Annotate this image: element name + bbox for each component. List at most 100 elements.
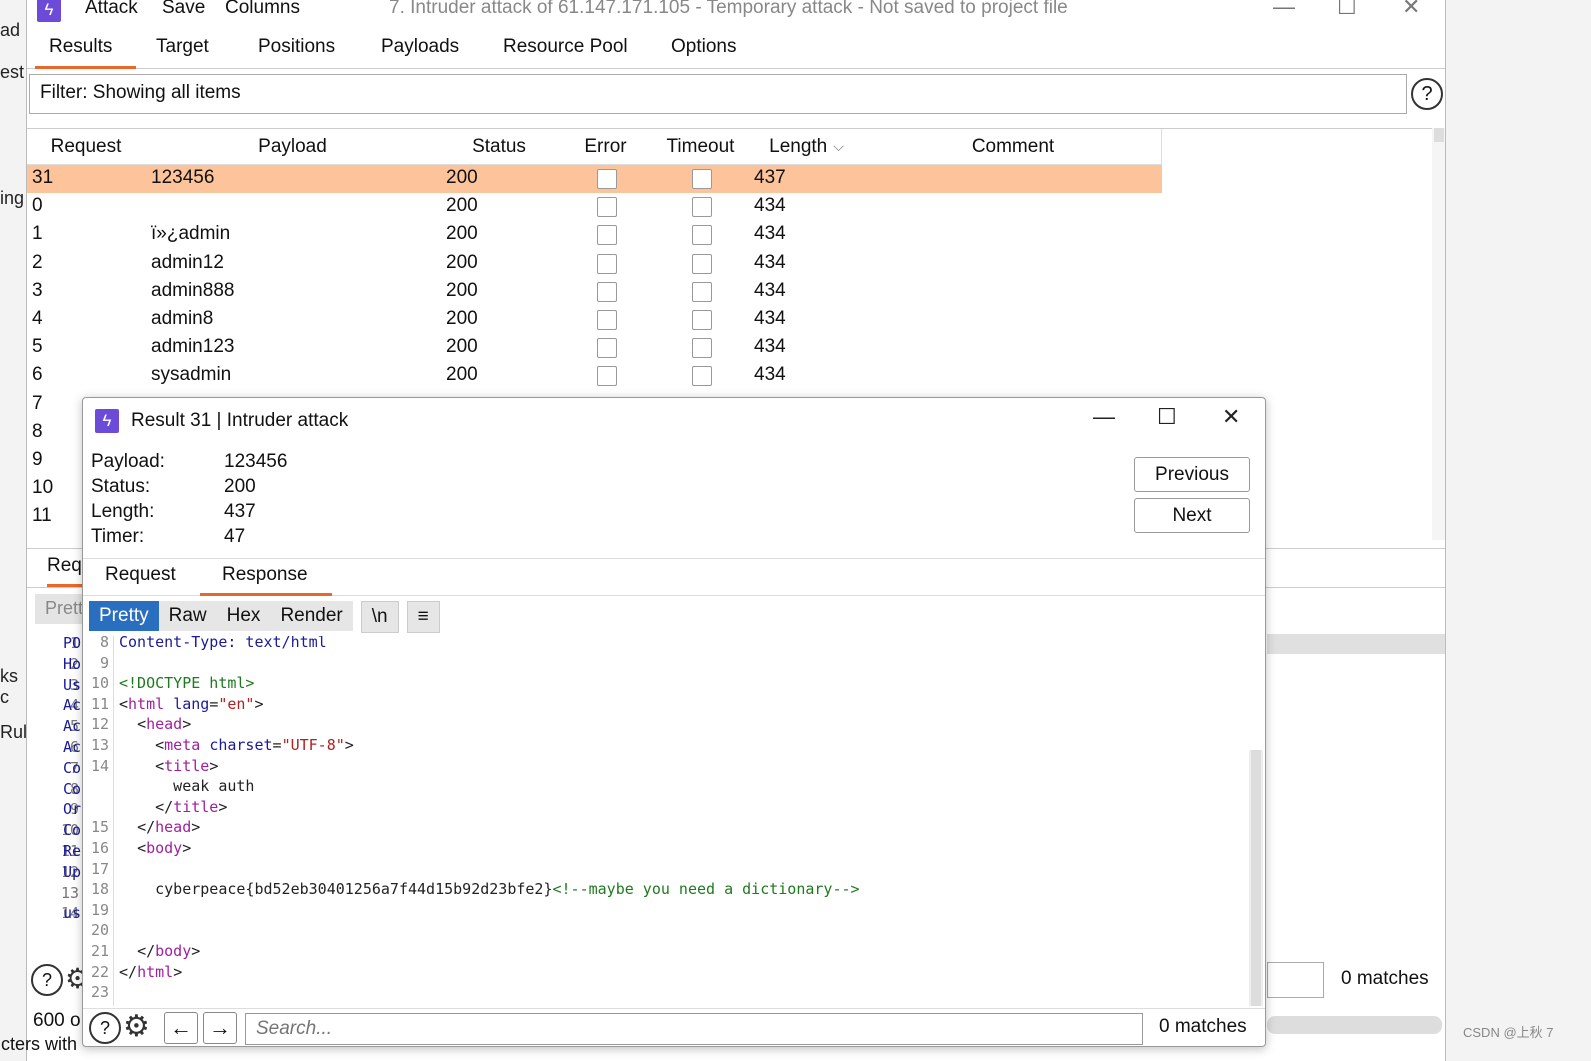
header-comment[interactable]: Comment: [865, 129, 1162, 165]
cell-payload: admin12: [151, 251, 224, 273]
help-icon[interactable]: ?: [89, 1012, 121, 1044]
timeout-checkbox[interactable]: [692, 225, 712, 246]
tab-options[interactable]: Options: [671, 36, 736, 66]
dialog-title: Result 31 | Intruder attack: [131, 410, 349, 431]
cell-request: 4: [32, 308, 43, 329]
line-number: 20: [90, 921, 109, 940]
filter-bar[interactable]: Filter: Showing all items: [29, 74, 1407, 114]
timeout-checkbox[interactable]: [692, 169, 712, 189]
table-row[interactable]: 4 admin8 200 434: [27, 306, 1162, 334]
code-line: </head>: [137, 818, 201, 837]
search-field[interactable]: [245, 1013, 1143, 1045]
error-checkbox[interactable]: [597, 225, 617, 246]
timeout-checkbox[interactable]: [692, 366, 712, 387]
error-checkbox[interactable]: [597, 338, 617, 359]
search-input-lower[interactable]: [1267, 962, 1324, 998]
forward-arrow-icon[interactable]: →: [203, 1012, 237, 1044]
back-arrow-icon[interactable]: ←: [164, 1012, 198, 1044]
code-line: </body>: [137, 942, 201, 960]
maximize-icon[interactable]: ☐: [1157, 404, 1177, 430]
table-row[interactable]: 0 200 434: [27, 193, 1162, 221]
code-line: <!DOCTYPE html>: [119, 674, 255, 693]
tab-positions[interactable]: Positions: [258, 36, 335, 66]
line-number: 21: [90, 942, 109, 960]
code-line: Ac: [63, 717, 82, 736]
timeout-checkbox[interactable]: [692, 281, 712, 302]
previous-button[interactable]: Previous: [1134, 457, 1250, 492]
minimize-icon[interactable]: —: [1273, 0, 1295, 20]
payload-label: Payload:: [91, 451, 165, 472]
tab-results[interactable]: Results: [35, 36, 137, 69]
timer-value: 47: [224, 526, 246, 547]
search-input[interactable]: [246, 1014, 1138, 1044]
raw-button[interactable]: Raw: [158, 601, 217, 631]
response-editor[interactable]: 8 9 10 11 12 13 14 15 16 17 18 19 20 21 22 23 Content-T…: [83, 636, 1249, 1006]
tab-payloads[interactable]: Payloads: [381, 36, 459, 66]
payload-value: 123456: [224, 451, 288, 472]
menu-columns[interactable]: Columns: [225, 0, 300, 19]
table-scrollbar[interactable]: [1432, 128, 1445, 540]
timeout-checkbox[interactable]: [692, 253, 712, 274]
line-number: 18: [90, 880, 109, 899]
horizontal-scrollbar[interactable]: [1267, 1016, 1442, 1034]
cell-request: 31: [32, 167, 54, 188]
header-length[interactable]: Length ⌵: [748, 129, 866, 165]
bg-text: ad: [0, 20, 21, 40]
table-row[interactable]: 3 admin888 200 434: [27, 278, 1162, 306]
sort-desc-icon: ⌵: [833, 138, 844, 154]
close-icon[interactable]: ✕: [1402, 0, 1420, 20]
gear-icon[interactable]: ⚙: [123, 1009, 150, 1044]
close-icon[interactable]: ✕: [1222, 404, 1240, 430]
header-request[interactable]: Request: [27, 129, 146, 165]
table-row[interactable]: 1 ï»¿admin 200 434: [27, 221, 1162, 249]
table-row[interactable]: 6 sysadmin 200 434: [27, 362, 1162, 390]
error-checkbox[interactable]: [597, 253, 617, 274]
menu-save[interactable]: Save: [162, 0, 205, 19]
cell-request: 6: [32, 364, 43, 386]
header-status[interactable]: Status: [440, 129, 559, 165]
newline-toggle-button[interactable]: \n: [360, 601, 399, 633]
table-row[interactable]: 2 admin12 200 434: [27, 250, 1162, 278]
matches-count-lower: 0 matches: [1341, 968, 1429, 989]
code-line: Or: [63, 800, 82, 819]
menu-attack[interactable]: Attack: [85, 0, 138, 19]
bg-text: est: [0, 62, 25, 82]
header-error[interactable]: Error: [558, 129, 654, 165]
next-button[interactable]: Next: [1134, 498, 1250, 533]
cell-length: 437: [754, 167, 786, 188]
table-row[interactable]: 5 admin123 200 434: [27, 334, 1162, 362]
header-timeout[interactable]: Timeout: [653, 129, 749, 165]
timeout-checkbox[interactable]: [692, 310, 712, 330]
footer-text: cters with: [1, 1034, 78, 1054]
timeout-checkbox[interactable]: [692, 338, 712, 359]
pretty-button[interactable]: Pretty: [89, 601, 159, 631]
header-payload[interactable]: Payload: [145, 129, 441, 165]
cell-status: 200: [446, 195, 478, 217]
maximize-icon[interactable]: ☐: [1337, 0, 1357, 20]
code-line: weak auth: [119, 777, 255, 796]
tab-request[interactable]: Request: [105, 564, 176, 593]
timeout-checkbox[interactable]: [692, 197, 712, 218]
tab-target[interactable]: Target: [156, 36, 209, 66]
editor-scrollbar[interactable]: [1249, 750, 1263, 1006]
line-number: 12: [90, 715, 109, 734]
render-button[interactable]: Render: [270, 601, 353, 631]
error-checkbox[interactable]: [597, 281, 617, 302]
code-line: <head>: [137, 715, 192, 734]
help-icon[interactable]: ?: [1411, 78, 1443, 110]
status-label: Status:: [91, 476, 151, 497]
help-icon[interactable]: ?: [31, 964, 63, 996]
error-checkbox[interactable]: [597, 169, 617, 189]
tab-response[interactable]: Response: [200, 564, 332, 596]
error-checkbox[interactable]: [597, 310, 617, 330]
cell-request: 0: [32, 195, 43, 217]
dialog-search-bar: ? ⚙ ← → 0 matches: [83, 1008, 1265, 1047]
minimize-icon[interactable]: —: [1093, 404, 1115, 430]
table-row[interactable]: 31 123456 200 437: [27, 165, 1162, 193]
tab-resource-pool[interactable]: Resource Pool: [503, 36, 628, 66]
error-checkbox[interactable]: [597, 366, 617, 387]
menu-icon[interactable]: ≡: [406, 601, 440, 633]
hex-button[interactable]: Hex: [216, 601, 271, 631]
error-checkbox[interactable]: [597, 197, 617, 218]
